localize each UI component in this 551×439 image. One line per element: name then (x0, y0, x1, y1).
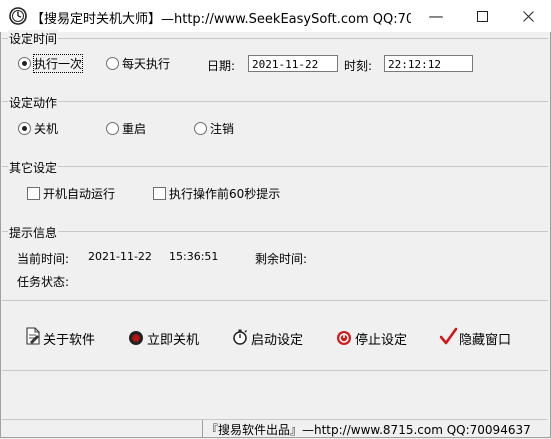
app-icon (9, 7, 27, 25)
current-date-value: 2021-11-22 (88, 250, 152, 263)
restart-label[interactable]: 重启 (122, 120, 146, 137)
toolbar-top-border (2, 300, 548, 301)
daily-label[interactable]: 每天执行 (122, 55, 170, 72)
set-time-top-border (2, 38, 548, 39)
daily-radio[interactable] (106, 57, 119, 70)
warn-60s-label[interactable]: 执行操作前60秒提示 (169, 185, 280, 202)
about-label: 关于软件 (43, 333, 96, 348)
close-button[interactable] (505, 0, 551, 32)
restart-radio[interactable] (106, 122, 119, 135)
set-action-group-label: 设定动作 (8, 94, 59, 111)
stopwatch-icon (233, 329, 247, 345)
stop-label: 停止设定 (355, 333, 408, 348)
window-title: 【搜易定时关机大师】—http://www.SeekEasySoft.com Q… (31, 12, 411, 27)
run-once-label[interactable]: 执行一次 (32, 54, 84, 73)
start-button[interactable]: 启动设定 (232, 325, 312, 349)
remaining-time-label: 剩余时间: (255, 252, 308, 266)
shutdown-now-button[interactable]: 立即关机 (128, 325, 208, 349)
info-group-label: 提示信息 (8, 224, 59, 241)
run-once-radio[interactable] (18, 57, 31, 70)
current-clock-value: 15:36:51 (169, 250, 219, 263)
close-icon (522, 11, 534, 22)
date-field[interactable]: 2021-11-22 (248, 55, 338, 72)
other-top-border (2, 166, 548, 167)
set-action-top-border (2, 101, 548, 102)
autostart-label[interactable]: 开机自动运行 (43, 185, 115, 202)
start-label: 启动设定 (251, 333, 304, 348)
autostart-checkbox[interactable] (27, 187, 40, 200)
maximize-icon (476, 11, 488, 22)
toolbar-bottom-border (2, 370, 548, 371)
status-text: 『搜易软件出品』—http://www.8715.com QQ:70094637 (206, 423, 531, 437)
shutdown-radio[interactable] (18, 122, 31, 135)
minimize-button[interactable]: — (413, 0, 459, 32)
current-time-label: 当前时间: (17, 252, 70, 266)
maximize-button[interactable] (459, 0, 505, 32)
minimize-icon: — (428, 7, 444, 25)
title-bar[interactable]: 【搜易定时关机大师】—http://www.SeekEasySoft.com Q… (0, 0, 551, 32)
other-group-label: 其它设定 (8, 159, 59, 176)
stop-sign-icon (337, 331, 351, 345)
time-label: 时刻: (344, 59, 373, 73)
task-status-label: 任务状态: (17, 275, 70, 289)
shutdown-now-label: 立即关机 (147, 333, 200, 348)
date-label: 日期: (207, 59, 236, 73)
info-top-border (2, 231, 548, 232)
stop-button[interactable]: 停止设定 (336, 325, 416, 349)
record-button-icon (129, 331, 143, 345)
checkmark-icon (440, 327, 458, 345)
hide-label: 隐藏窗口 (459, 333, 512, 348)
hide-button[interactable]: 隐藏窗口 (440, 325, 520, 349)
warn-60s-checkbox[interactable] (153, 187, 166, 200)
status-divider (202, 420, 203, 438)
about-button[interactable]: 关于软件 (24, 325, 104, 349)
document-edit-icon (26, 327, 40, 345)
set-time-group-label: 设定时间 (8, 30, 59, 47)
logoff-label[interactable]: 注销 (210, 120, 234, 137)
shutdown-label[interactable]: 关机 (34, 120, 58, 137)
logoff-radio[interactable] (194, 122, 207, 135)
window-frame (0, 32, 551, 438)
time-field[interactable]: 22:12:12 (384, 55, 473, 72)
